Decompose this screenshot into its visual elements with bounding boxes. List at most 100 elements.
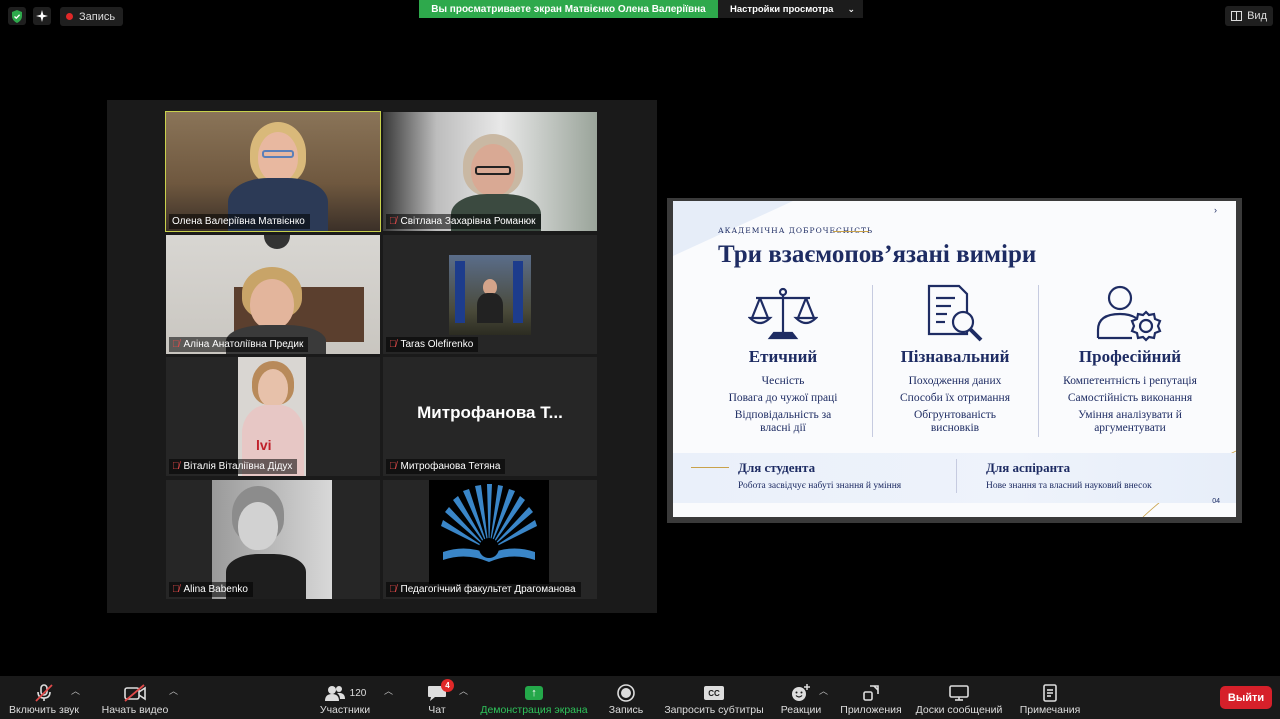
recording-indicator[interactable]: Запись xyxy=(60,7,124,26)
participant-tile[interactable]: 🎙̸ Аліна Анатоліївна Предик xyxy=(166,235,380,354)
chat-unread-badge: 4 xyxy=(441,679,454,692)
apps-button[interactable]: Приложения xyxy=(838,676,904,719)
muted-mic-icon: 🎙̸ xyxy=(389,339,397,350)
shared-screen: › АКАДЕМІЧНА ДОБРОЧЕСНІСТЬ Три взаємопов… xyxy=(667,198,1242,523)
muted-mic-icon: 🎙̸ xyxy=(389,216,397,227)
captions-label: Запросить субтитры xyxy=(664,704,764,716)
participant-tile[interactable]: Митрофанова Т... 🎙̸ Митрофанова Тетяна xyxy=(383,357,597,476)
participant-tile[interactable]: 🎙̸ Taras Olefirenko xyxy=(383,235,597,354)
gold-rule xyxy=(691,467,729,468)
video-off-icon xyxy=(124,682,146,704)
unmute-label: Включить звук xyxy=(8,704,80,716)
apps-icon xyxy=(862,682,880,704)
reactions-label: Реакции xyxy=(780,704,822,716)
closed-captions-icon: CC xyxy=(704,682,724,704)
audience-sub-phd: Нове знання та власний науковий внесок xyxy=(986,481,1152,491)
share-screen-button[interactable]: ↑ Демонстрация экрана xyxy=(478,676,590,719)
leave-meeting-button[interactable]: Выйти xyxy=(1220,686,1272,709)
corner-arrow-icon: › xyxy=(1214,205,1217,215)
share-screen-icon: ↑ xyxy=(525,682,543,704)
participant-name-label: 🎙̸ Віталія Віталіївна Дідух xyxy=(169,459,298,474)
notes-label: Примечания xyxy=(1019,704,1081,716)
grid-view-icon xyxy=(1231,11,1243,21)
participant-display-name: Митрофанова Т... xyxy=(417,403,563,422)
chat-button[interactable]: 4 Чат xyxy=(420,676,454,719)
audience-sub-student: Робота засвідчує набуті знання й уміння xyxy=(738,481,902,491)
captions-button[interactable]: CC Запросить субтитры xyxy=(664,676,764,719)
participant-tile[interactable]: 🎙̸ Alina Babenko xyxy=(166,480,380,599)
reactions-button[interactable]: Реакции xyxy=(778,676,824,719)
record-label: Запись xyxy=(608,704,644,716)
record-button[interactable]: Запись xyxy=(606,676,646,719)
dimension-heading: Пізнавальний xyxy=(900,347,1010,366)
faculty-logo xyxy=(429,480,549,584)
chat-caret[interactable]: ︿ xyxy=(459,684,468,697)
whiteboard-icon xyxy=(949,682,969,704)
participant-name-label: 🎙̸ Taras Olefirenko xyxy=(386,337,479,352)
chat-bubble-icon: 4 xyxy=(427,679,454,704)
participant-name-label: 🎙̸ Alina Babenko xyxy=(169,582,253,597)
dimension-item: Походження даних xyxy=(908,375,1002,387)
participant-name-label: 🎙̸ Митрофанова Тетяна xyxy=(386,459,506,474)
dimension-item: Чесність xyxy=(761,375,805,387)
participants-label: Участники xyxy=(319,704,371,716)
scales-icon xyxy=(700,283,866,345)
dimension-professional: Професійний Компетентність і репутація С… xyxy=(1047,283,1213,439)
share-screen-label: Демонстрация экрана xyxy=(480,704,588,716)
participant-tile[interactable]: 🎙̸ Педагогічний факультет Драгоманова xyxy=(383,480,597,599)
view-options-dropdown[interactable]: Настройки просмотра ⌄ xyxy=(718,0,863,18)
participants-button[interactable]: 120 Участники xyxy=(316,676,374,719)
chat-label: Чат xyxy=(428,704,446,716)
participant-tile[interactable]: Олена Валеріївна Матвієнко xyxy=(165,111,381,232)
column-divider xyxy=(1038,285,1039,437)
muted-microphone-icon xyxy=(34,682,54,704)
dimension-ethical: Етичний Чесність Повага до чужої праці В… xyxy=(700,283,866,439)
dimension-cognitive: Пізнавальний Походження даних Способи їх… xyxy=(872,283,1038,439)
record-dot-icon xyxy=(66,13,73,20)
security-shield-icon[interactable] xyxy=(8,7,26,25)
dimension-item: Відповідальність за власні дії xyxy=(734,409,832,434)
screen-share-banner: Вы просматриваете экран Матвієнко Олена … xyxy=(419,0,718,18)
view-button[interactable]: Вид xyxy=(1225,6,1273,26)
participant-tile[interactable]: lvi 🎙̸ Віталія Віталіївна Дідух xyxy=(166,357,380,476)
muted-mic-icon: 🎙̸ xyxy=(172,339,180,350)
unmute-button[interactable]: Включить звук xyxy=(6,676,82,719)
participant-name-label: 🎙̸ Світлана Захарівна Романюк xyxy=(386,214,541,229)
notes-icon xyxy=(1042,682,1058,704)
start-video-label: Начать видео xyxy=(101,704,169,716)
participant-tile[interactable]: 🎙̸ Світлана Захарівна Романюк xyxy=(383,112,597,231)
start-video-button[interactable]: Начать видео xyxy=(100,676,170,719)
muted-mic-icon: 🎙̸ xyxy=(172,461,180,472)
audience-title-student: Для студента xyxy=(738,460,816,475)
presentation-slide: › АКАДЕМІЧНА ДОБРОЧЕСНІСТЬ Три взаємопов… xyxy=(673,201,1236,517)
slide-page-number: 04 xyxy=(1212,498,1220,505)
recording-label: Запись xyxy=(79,10,116,23)
notes-button[interactable]: Примечания xyxy=(1016,676,1084,719)
record-icon xyxy=(617,682,635,704)
whiteboards-button[interactable]: Доски сообщений xyxy=(912,676,1006,719)
view-label: Вид xyxy=(1247,10,1267,22)
smiley-plus-icon xyxy=(791,682,811,704)
dimension-item: Повага до чужої праці xyxy=(728,392,838,404)
participants-count: 120 xyxy=(349,687,367,699)
muted-mic-icon: 🎙̸ xyxy=(389,461,397,472)
view-options-label: Настройки просмотра xyxy=(730,3,834,15)
band-divider xyxy=(956,459,957,493)
user-gear-icon xyxy=(1047,283,1213,345)
dimension-item: Уміння аналізувати й аргументувати xyxy=(1078,409,1182,434)
dimension-heading: Професійний xyxy=(1078,347,1182,366)
dimension-item: Обгрунтованість висновків xyxy=(913,409,997,434)
muted-mic-icon: 🎙̸ xyxy=(389,584,397,595)
audio-options-caret[interactable]: ︿ xyxy=(71,684,80,697)
dimension-heading: Етичний xyxy=(748,347,818,366)
participants-caret[interactable]: ︿ xyxy=(384,684,393,697)
participant-name-label: 🎙̸ Аліна Анатоліївна Предик xyxy=(169,337,309,352)
audience-title-phd: Для аспіранта xyxy=(986,460,1071,475)
dimension-item: Компетентність і репутація xyxy=(1063,375,1197,387)
reactions-caret[interactable]: ︿ xyxy=(819,684,828,697)
video-options-caret[interactable]: ︿ xyxy=(169,684,178,697)
slide-title: Три взаємопов’язані виміри xyxy=(718,241,1037,268)
dimension-item: Способи їх отримання xyxy=(900,392,1010,404)
chevron-down-icon: ⌄ xyxy=(847,3,855,14)
ai-companion-icon[interactable] xyxy=(33,7,51,25)
